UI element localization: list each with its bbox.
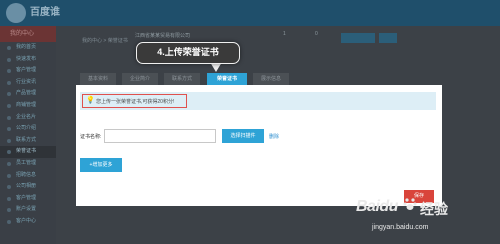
sidebar-item-active[interactable]: 荣誉证书 bbox=[0, 146, 56, 158]
sidebar: 我的中心 我的首页 快速发布 客户管理 行业资讯 产品管理 商铺管理 企业名片 … bbox=[0, 26, 56, 244]
sidebar-item[interactable]: 联系方式 bbox=[0, 135, 56, 147]
header-button[interactable] bbox=[341, 33, 375, 43]
company-name: 江西省某某贸易有限公司 bbox=[135, 33, 191, 39]
sidebar-item[interactable]: 企业名片 bbox=[0, 112, 56, 124]
top-header: 百度谁 bbox=[0, 0, 500, 26]
sidebar-item[interactable]: 行业资讯 bbox=[0, 77, 56, 89]
step-callout: 4.上传荣誉证书 bbox=[136, 42, 240, 64]
lightbulb-icon: 💡 bbox=[86, 97, 95, 104]
notice-text: 您上传一张荣誉证书,可获得20积分! bbox=[96, 99, 175, 105]
sidebar-item[interactable]: 员工管理 bbox=[0, 158, 56, 170]
watermark-url: jingyan.baidu.com bbox=[372, 224, 429, 231]
header-button[interactable] bbox=[379, 33, 397, 43]
sidebar-item[interactable]: 产品管理 bbox=[0, 88, 56, 100]
watermark-brand: Baidu bbox=[356, 198, 398, 215]
sidebar-item[interactable]: 快速发布 bbox=[0, 54, 56, 66]
breadcrumb: 我的中心 > 荣誉证书 bbox=[82, 38, 128, 44]
baidu-paw-icon bbox=[403, 198, 417, 210]
sidebar-title[interactable]: 我的中心 bbox=[0, 26, 56, 42]
stat-value: 1 bbox=[283, 31, 286, 37]
delete-link[interactable]: 删除 bbox=[269, 133, 279, 140]
sidebar-item[interactable]: 我的首页 bbox=[0, 42, 56, 54]
cert-name-input[interactable] bbox=[104, 129, 216, 143]
sidebar-item[interactable]: 公司介绍 bbox=[0, 123, 56, 135]
sidebar-item[interactable]: 商铺管理 bbox=[0, 100, 56, 112]
brand-name: 百度谁 bbox=[30, 7, 60, 18]
logo-icon bbox=[6, 3, 26, 23]
add-more-button[interactable]: +增加更多 bbox=[80, 158, 122, 172]
sidebar-item[interactable]: 招聘信息 bbox=[0, 170, 56, 182]
watermark-suffix: 经验 bbox=[420, 201, 448, 217]
sidebar-item[interactable]: 客户中心 bbox=[0, 216, 56, 228]
cert-name-label: 证书名称: bbox=[80, 134, 102, 140]
choose-scan-button[interactable]: 选择扫描件 bbox=[222, 129, 264, 143]
sidebar-item[interactable]: 客户管理 bbox=[0, 193, 56, 205]
sidebar-item[interactable]: 客户管理 bbox=[0, 65, 56, 77]
stat-value: 0 bbox=[315, 31, 318, 37]
sidebar-item[interactable]: 公司相册 bbox=[0, 181, 56, 193]
sidebar-item[interactable]: 账户设置 bbox=[0, 204, 56, 216]
